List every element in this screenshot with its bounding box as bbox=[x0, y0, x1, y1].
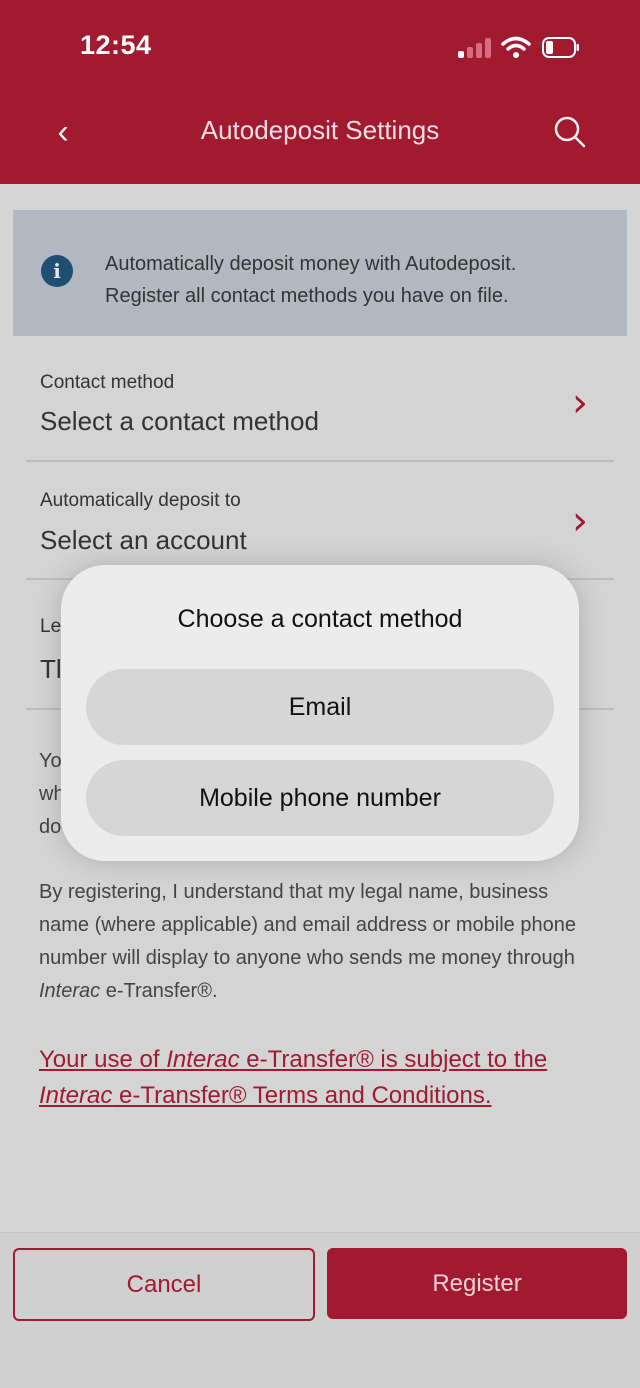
obscured-text: do bbox=[39, 816, 62, 838]
field-value: Select a contact method bbox=[40, 406, 319, 436]
deposit-account-field[interactable]: Automatically deposit to Select an accou… bbox=[26, 462, 614, 580]
field-value: Select an account bbox=[40, 525, 247, 555]
info-text: Automatically deposit money with Autodep… bbox=[105, 253, 517, 307]
email-option-button[interactable]: Email bbox=[86, 669, 554, 745]
dialog-title: Choose a contact method bbox=[177, 605, 463, 633]
wifi-icon bbox=[501, 36, 531, 58]
contact-method-field[interactable]: Contact method Select a contact method › bbox=[26, 340, 614, 462]
app-header: 12:54 ‹ Autodeposit Settings bbox=[0, 0, 640, 184]
register-button[interactable]: Register bbox=[327, 1248, 627, 1319]
cellular-signal-icon bbox=[458, 38, 492, 58]
legal-disclaimer: By registering, I understand that my leg… bbox=[39, 881, 576, 1002]
terms-link[interactable]: Your use of Interac e-Transfer® is subje… bbox=[39, 1042, 609, 1114]
chevron-right-icon: › bbox=[572, 380, 588, 426]
search-icon[interactable] bbox=[552, 114, 588, 150]
field-label: Le bbox=[40, 616, 62, 637]
info-icon: i bbox=[41, 255, 73, 287]
battery-icon bbox=[542, 37, 579, 58]
field-label: Automatically deposit to bbox=[40, 490, 241, 511]
field-label: Contact method bbox=[40, 372, 175, 393]
cancel-button[interactable]: Cancel bbox=[13, 1248, 315, 1321]
contact-method-dialog: Choose a contact method Email Mobile pho… bbox=[61, 565, 579, 861]
chevron-right-icon: › bbox=[572, 498, 588, 544]
mobile-phone-option-button[interactable]: Mobile phone number bbox=[86, 760, 554, 836]
field-value: Tl bbox=[40, 654, 62, 684]
action-footer: Cancel Register bbox=[0, 1232, 640, 1388]
obscured-text: Yo bbox=[39, 750, 62, 772]
status-time: 12:54 bbox=[80, 30, 152, 60]
page-title: Autodeposit Settings bbox=[200, 115, 440, 145]
info-banner: i Automatically deposit money with Autod… bbox=[13, 210, 627, 336]
